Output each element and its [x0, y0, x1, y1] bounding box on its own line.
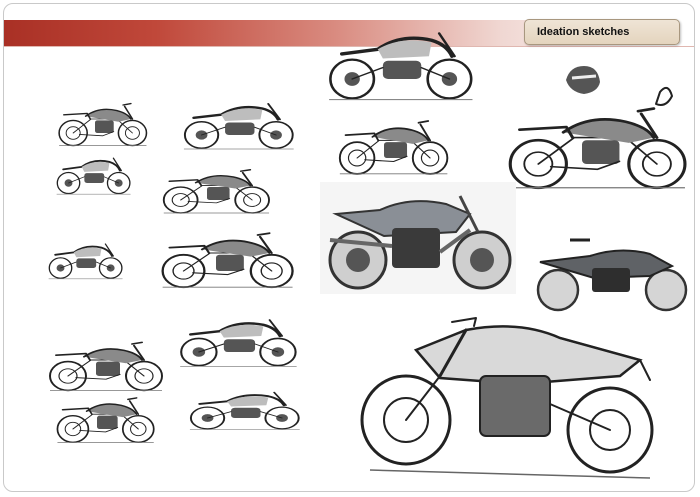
- sketch-7: [178, 318, 299, 368]
- sketch-6: [161, 232, 294, 289]
- sketch-10: [56, 397, 155, 444]
- render-image: [320, 182, 516, 294]
- sketch-board: [47, 31, 688, 479]
- sketch-3: [55, 157, 132, 196]
- mirror-sketch: [655, 86, 673, 106]
- sketch-13: [508, 106, 687, 190]
- sketch-2: [182, 102, 296, 151]
- sketch-4: [162, 168, 270, 214]
- sketch-1: [58, 102, 148, 147]
- helmet-sketch: [566, 66, 600, 94]
- sketch-5: [47, 243, 124, 280]
- sketch-12: [338, 120, 449, 175]
- sketch-11: [327, 31, 475, 102]
- sketch-8: [49, 341, 163, 392]
- render-image-small: [536, 238, 688, 312]
- sketch-9: [188, 390, 302, 431]
- main-sketch: [360, 317, 654, 479]
